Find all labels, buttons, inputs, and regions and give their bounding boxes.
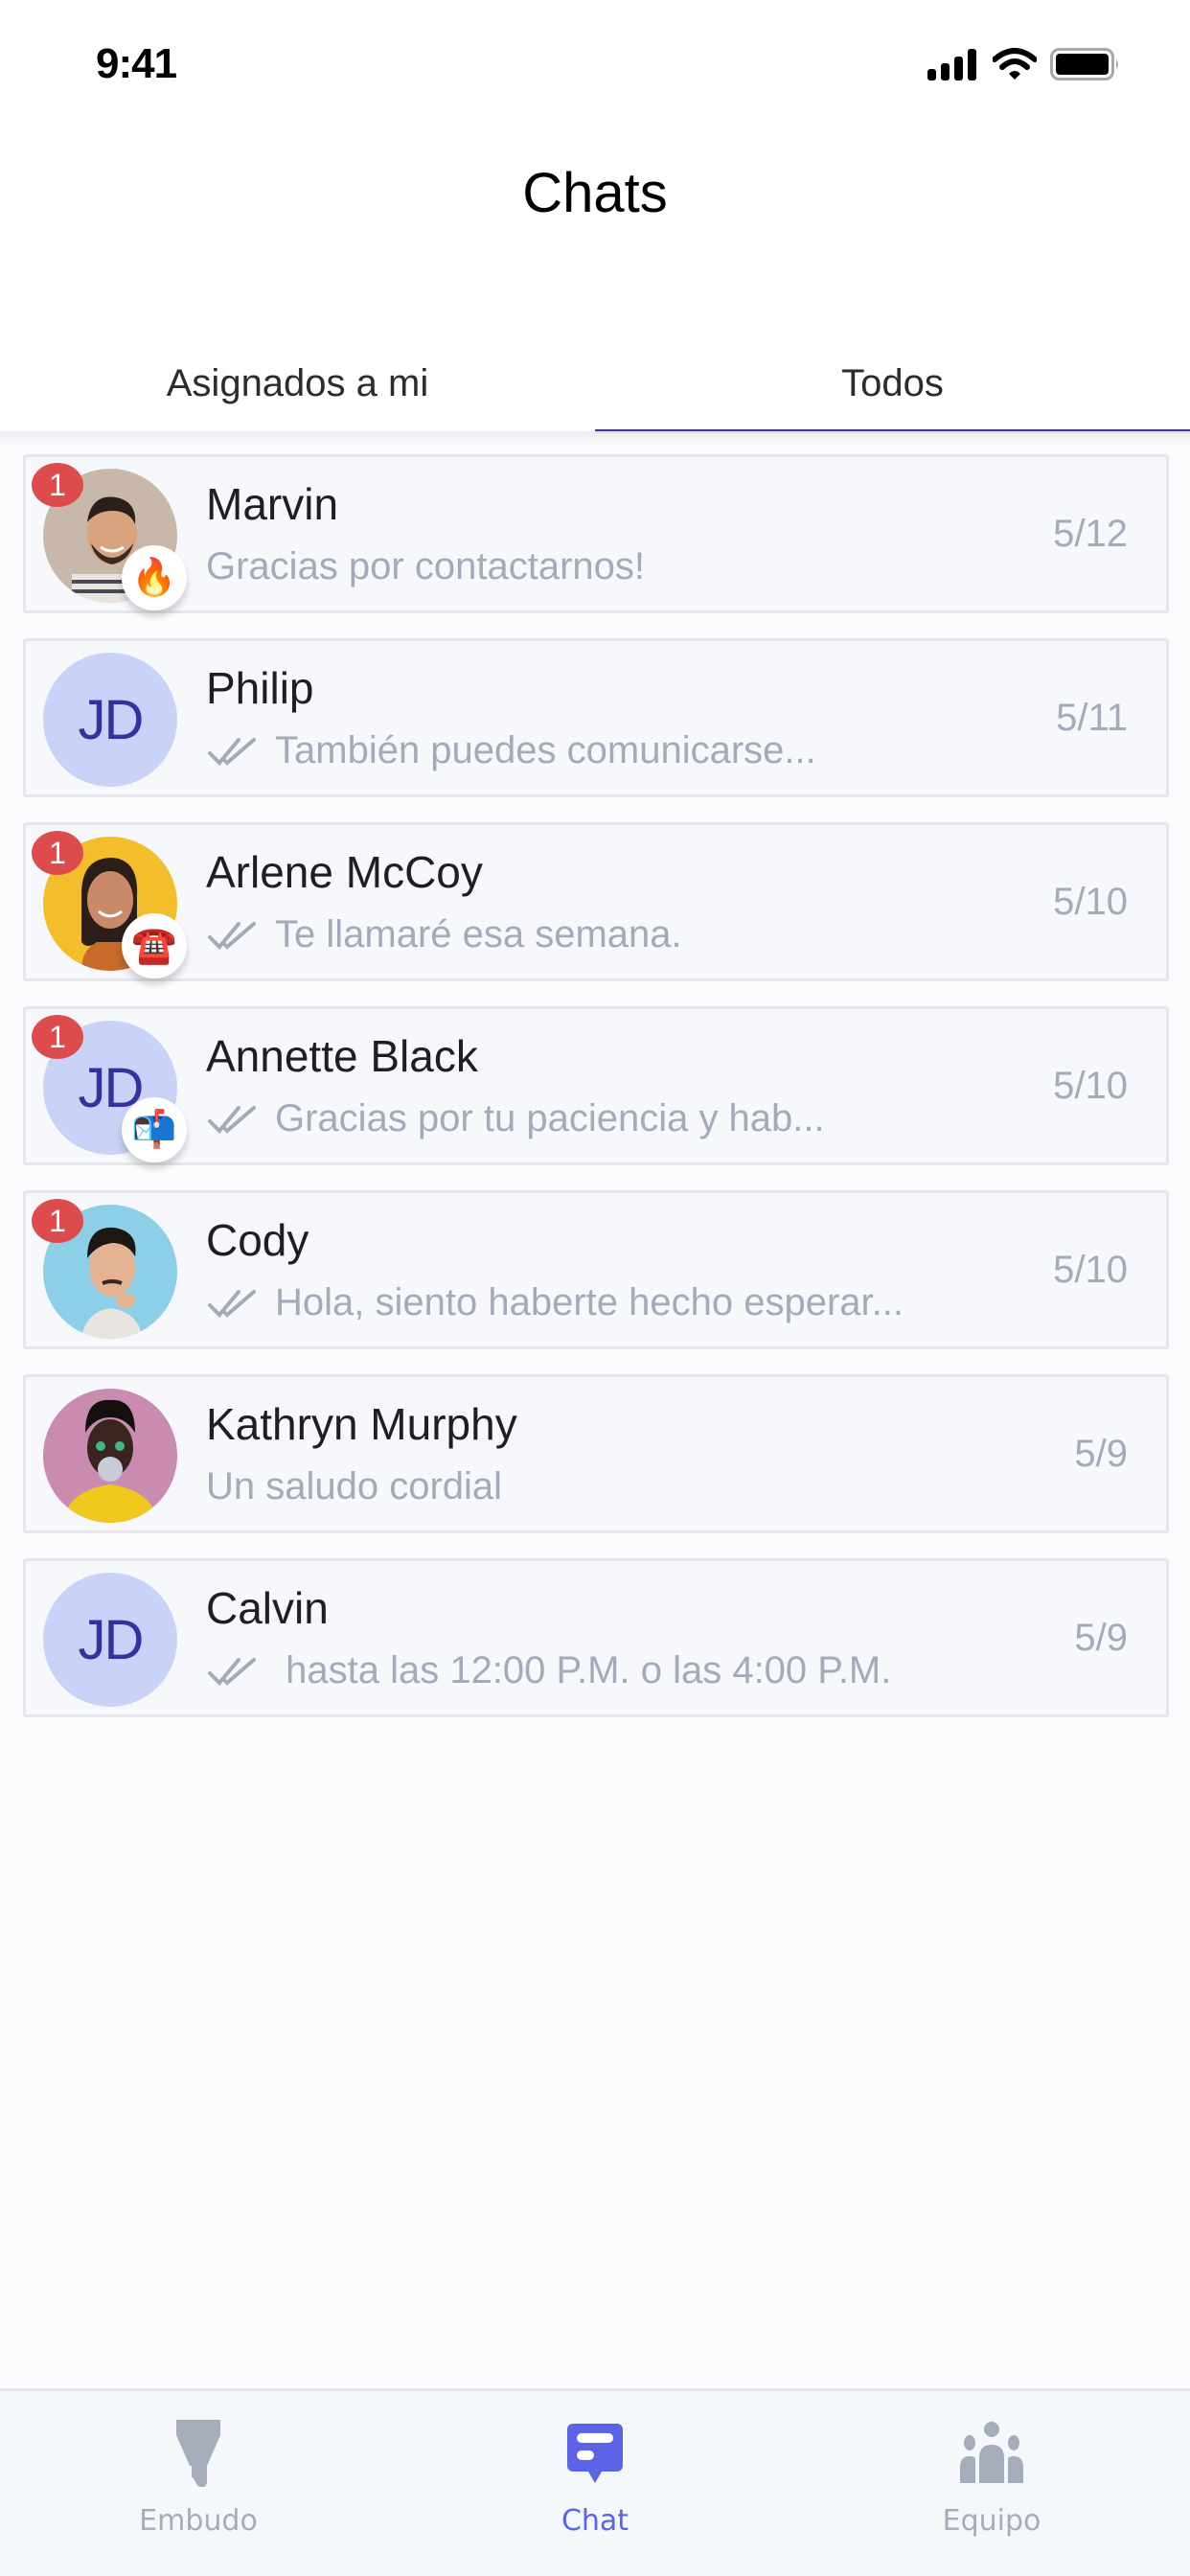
chat-name: Annette Black bbox=[206, 1031, 478, 1081]
status-bar: 9:41 bbox=[0, 0, 1190, 125]
chat-preview-text: Hola, siento haberte hecho esperar... bbox=[275, 1281, 904, 1323]
chat-item-marvin[interactable]: 1 🔥 Marvin Gracias por contactarnos! 5/1… bbox=[23, 454, 1169, 613]
avatar-wrap bbox=[43, 1389, 177, 1523]
nav-item-equipo[interactable]: Equipo bbox=[793, 2391, 1190, 2576]
chat-item-kathryn-murphy[interactable]: Kathryn Murphy Un saludo cordial 5/9 bbox=[23, 1374, 1169, 1533]
avatar-wrap: 1 🔥 bbox=[32, 463, 187, 610]
chat-date: 5/11 bbox=[1056, 696, 1128, 739]
chat-preview-text: hasta las 12:00 P.M. o las 4:00 P.M. bbox=[275, 1649, 892, 1691]
avatar-photo-kathryn bbox=[43, 1389, 177, 1523]
signal-icon bbox=[927, 49, 976, 80]
chat-preview: Un saludo cordial bbox=[206, 1465, 502, 1508]
telephone-emoji-icon: ☎️ bbox=[122, 913, 187, 978]
chat-preview: Te llamaré esa semana. bbox=[206, 913, 682, 956]
chat-icon bbox=[567, 2424, 623, 2483]
nav-item-chat[interactable]: Chat bbox=[397, 2391, 793, 2576]
chat-preview: Gracias por contactarnos! bbox=[206, 545, 645, 588]
chat-date: 5/10 bbox=[1053, 1248, 1128, 1291]
unread-badge: 1 bbox=[32, 831, 83, 875]
chat-name: Cody bbox=[206, 1215, 309, 1265]
wifi-icon bbox=[993, 48, 1037, 80]
tab-asignados[interactable]: Asignados a mi bbox=[0, 335, 595, 431]
bottom-nav: Embudo Chat Equipo bbox=[0, 2388, 1190, 2576]
avatar-wrap: JD bbox=[43, 1573, 177, 1707]
status-icons bbox=[927, 48, 1121, 80]
funnel-icon bbox=[176, 2420, 220, 2487]
header-divider bbox=[0, 431, 1190, 445]
chat-preview-text: También puedes comunicarse... bbox=[275, 729, 816, 771]
chat-name: Marvin bbox=[206, 479, 339, 529]
chat-list[interactable]: 1 🔥 Marvin Gracias por contactarnos! 5/1… bbox=[23, 454, 1169, 1742]
avatar-wrap: JD 1 📬 bbox=[32, 1015, 187, 1162]
fire-emoji-icon: 🔥 bbox=[122, 545, 187, 610]
unread-badge: 1 bbox=[32, 1199, 83, 1243]
chat-preview: hasta las 12:00 P.M. o las 4:00 P.M. bbox=[206, 1649, 891, 1692]
chat-preview: Gracias por tu paciencia y hab... bbox=[206, 1097, 825, 1140]
avatar-initials: JD bbox=[43, 653, 177, 787]
chat-item-calvin[interactable]: JD Calvin hasta las 12:00 P.M. o las 4:0… bbox=[23, 1558, 1169, 1717]
battery-icon bbox=[1050, 48, 1118, 80]
double-check-icon bbox=[208, 737, 256, 766]
chat-date: 5/9 bbox=[1074, 1432, 1128, 1475]
chat-item-arlene-mccoy[interactable]: 1 ☎️ Arlene McCoy Te llamaré esa semana.… bbox=[23, 822, 1169, 981]
chat-item-annette-black[interactable]: JD 1 📬 Annette Black Gracias por tu paci… bbox=[23, 1006, 1169, 1165]
avatar-initials: JD bbox=[43, 1573, 177, 1707]
tab-bar: Asignados a mi Todos bbox=[0, 335, 1190, 433]
status-time: 9:41 bbox=[96, 40, 177, 87]
avatar-wrap: 1 bbox=[32, 1199, 177, 1339]
team-icon bbox=[960, 2422, 1023, 2483]
double-check-icon bbox=[208, 1657, 256, 1686]
chat-preview-text: Gracias por contactarnos! bbox=[206, 545, 645, 587]
chat-name: Calvin bbox=[206, 1583, 329, 1633]
nav-label: Equipo bbox=[942, 2504, 1041, 2538]
nav-label: Chat bbox=[561, 2504, 629, 2538]
nav-item-embudo[interactable]: Embudo bbox=[0, 2391, 397, 2576]
chat-date: 5/9 bbox=[1074, 1616, 1128, 1659]
double-check-icon bbox=[208, 1289, 256, 1318]
chat-name: Arlene McCoy bbox=[206, 847, 483, 897]
chat-name: Kathryn Murphy bbox=[206, 1399, 517, 1449]
chat-item-philip[interactable]: JD Philip También puedes comunicarse... … bbox=[23, 638, 1169, 797]
chat-date: 5/10 bbox=[1053, 880, 1128, 923]
unread-badge: 1 bbox=[32, 1015, 83, 1059]
tab-todos[interactable]: Todos bbox=[595, 335, 1190, 433]
nav-label: Embudo bbox=[139, 2504, 258, 2538]
chat-item-cody[interactable]: 1 Cody Hola, siento haberte hecho espera… bbox=[23, 1190, 1169, 1349]
chat-preview: También puedes comunicarse... bbox=[206, 729, 816, 772]
chat-preview-text: Un saludo cordial bbox=[206, 1465, 503, 1507]
double-check-icon bbox=[208, 1105, 256, 1134]
avatar-wrap: 1 ☎️ bbox=[32, 831, 187, 978]
chat-name: Philip bbox=[206, 663, 314, 713]
avatar-wrap: JD bbox=[43, 653, 177, 787]
chat-preview-text: Te llamaré esa semana. bbox=[275, 913, 682, 955]
chat-preview-text: Gracias por tu paciencia y hab... bbox=[275, 1097, 825, 1139]
chat-date: 5/10 bbox=[1053, 1064, 1128, 1107]
mailbox-emoji-icon: 📬 bbox=[122, 1097, 187, 1162]
double-check-icon bbox=[208, 921, 256, 950]
unread-badge: 1 bbox=[32, 463, 83, 507]
chat-date: 5/12 bbox=[1053, 512, 1128, 555]
header: Chats Asignados a mi Todos bbox=[0, 125, 1190, 433]
avatar bbox=[43, 1389, 177, 1523]
page-title: Chats bbox=[522, 162, 668, 224]
chat-preview: Hola, siento haberte hecho esperar... bbox=[206, 1281, 904, 1324]
